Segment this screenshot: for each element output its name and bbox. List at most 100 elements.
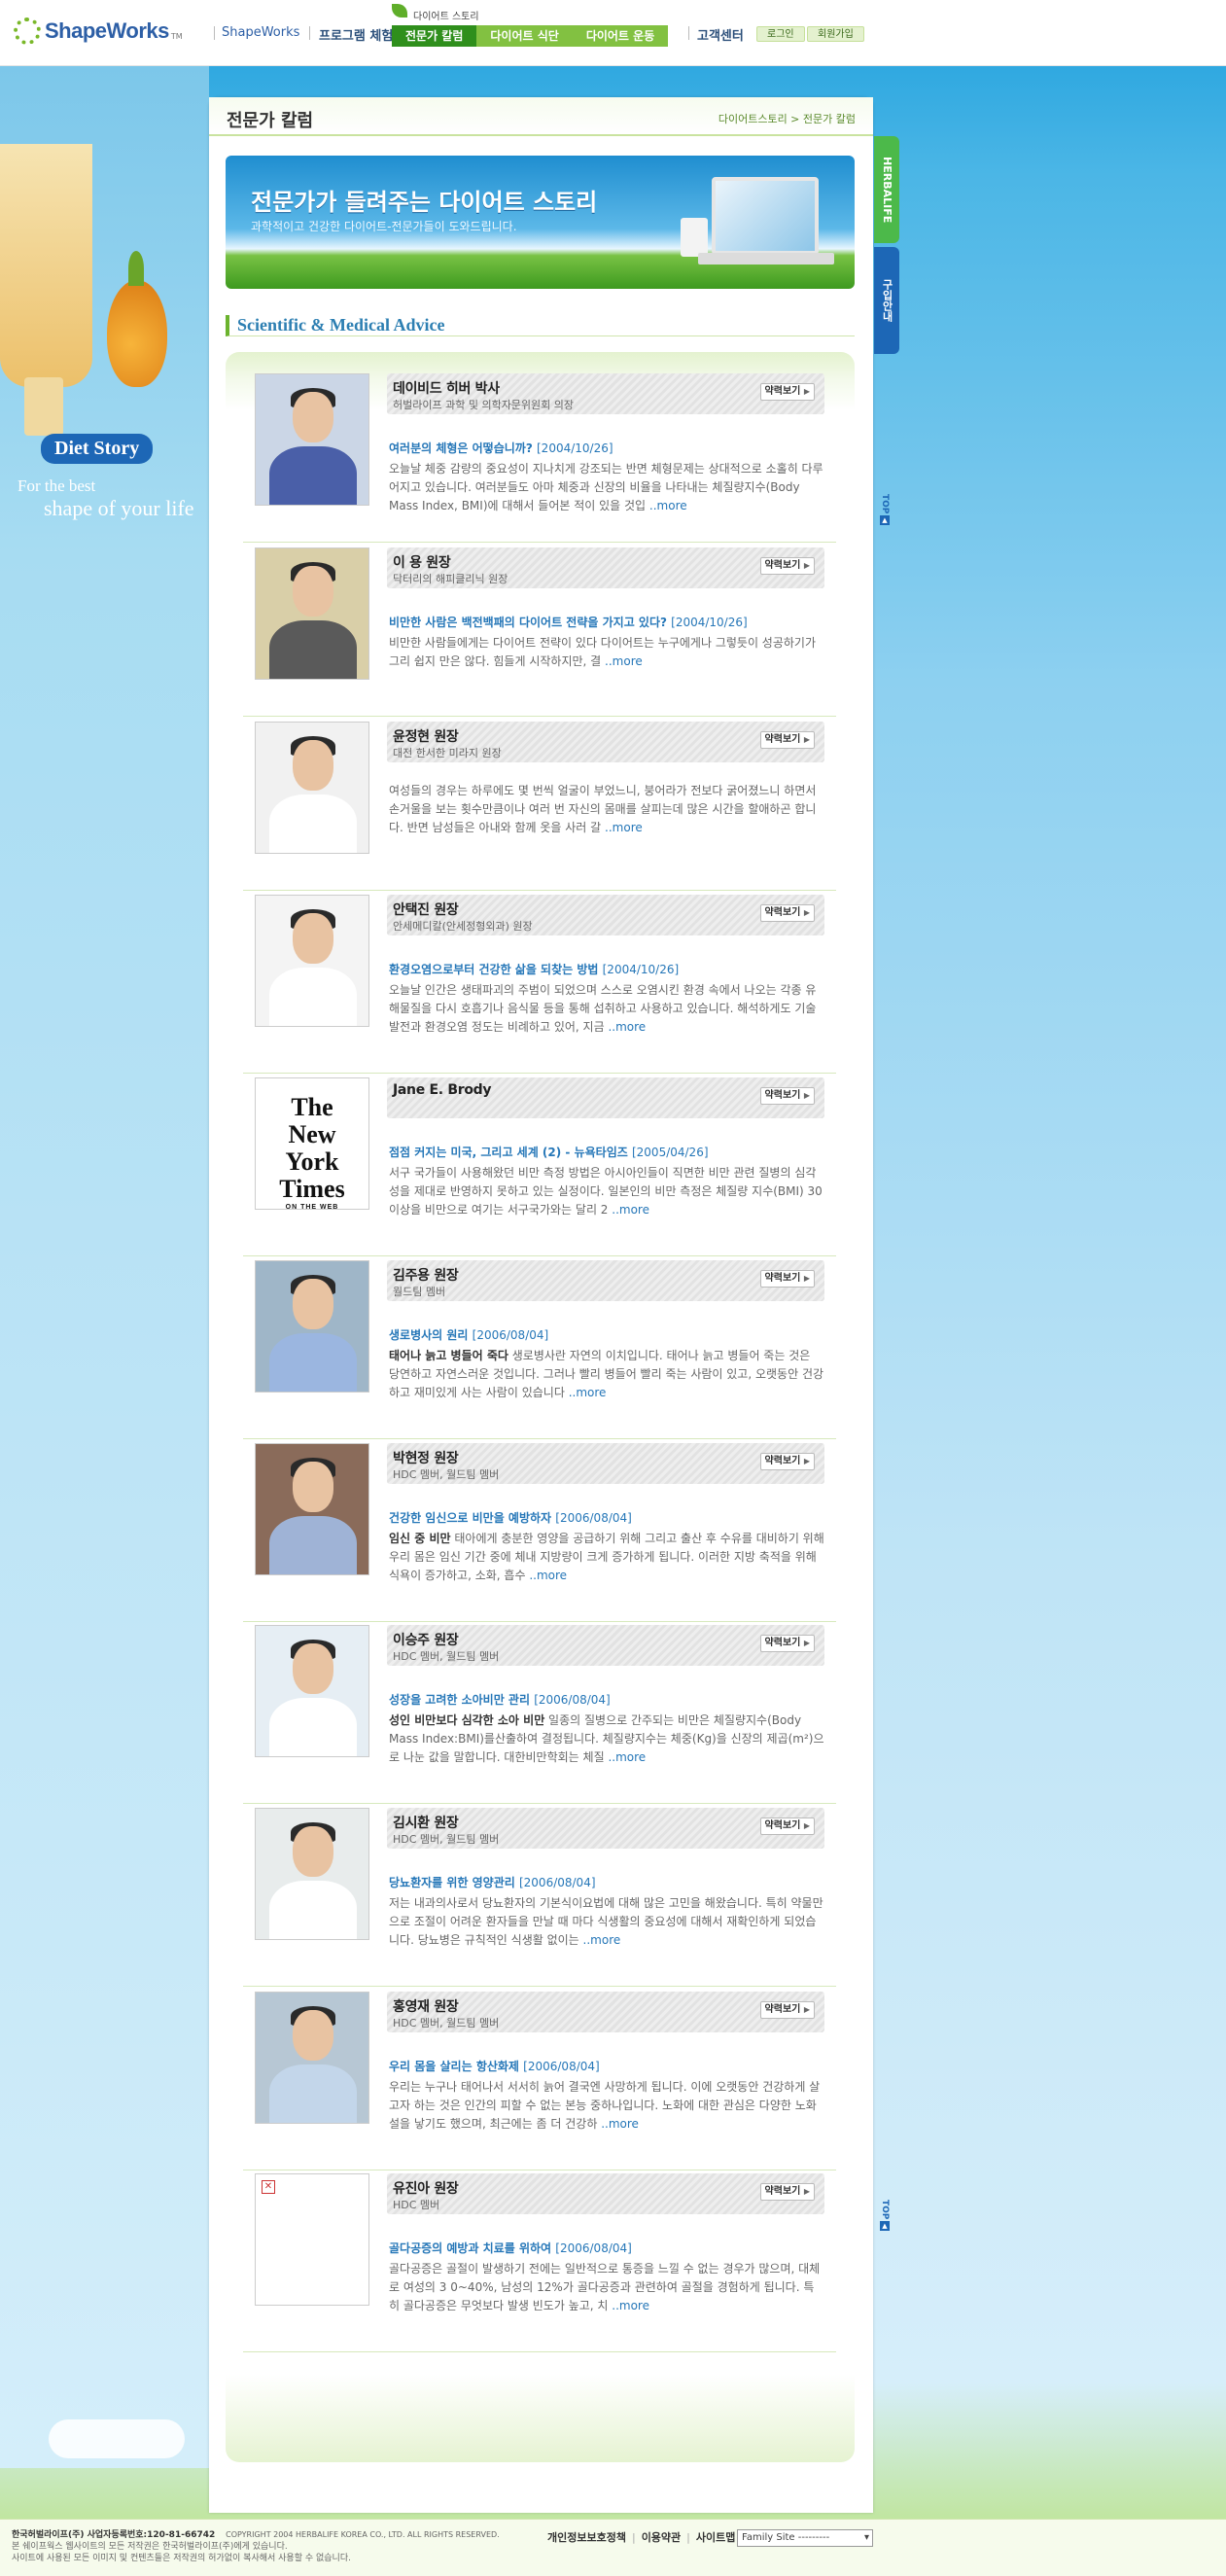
article-body-text: 골다공증은 골절이 발생하기 전에는 일반적으로 통증을 느낄 수 없는 경우가… bbox=[389, 2262, 821, 2312]
more-link[interactable]: ..more bbox=[529, 1569, 567, 1582]
expert-name-bar: 안택진 원장 안세메디칼(안세정형외과) 원장 약력보기 ▶ bbox=[387, 895, 824, 935]
tab-expert-column[interactable]: 전문가 칼럼 bbox=[392, 25, 477, 47]
tab-diet-exercise[interactable]: 다이어트 운동 bbox=[572, 25, 669, 47]
logo-trademark: TM bbox=[170, 32, 183, 41]
expert-entry: 김주용 원장 월드팀 멤버 약력보기 ▶ 생로병사의 원리 [2006/08/04] 태… bbox=[243, 1260, 836, 1439]
expert-photo[interactable] bbox=[255, 1625, 369, 1757]
login-button[interactable]: 로그인 bbox=[756, 26, 805, 42]
expert-photo[interactable] bbox=[255, 1992, 369, 2124]
more-link[interactable]: ..more bbox=[608, 1750, 646, 1764]
profile-button[interactable]: 약력보기 ▶ bbox=[759, 383, 815, 401]
footer-line-3: 사이트에 사용된 모든 이미지 및 컨텐츠들은 저작권의 허가없이 복사해서 사… bbox=[12, 2554, 351, 2563]
article-title-row[interactable]: 건강한 임신으로 비만을 예방하자 [2006/08/04] bbox=[389, 1509, 824, 1526]
scroll-top-button[interactable]: TOP▲ bbox=[880, 494, 890, 526]
scroll-top-button[interactable]: TOP▲ bbox=[880, 2200, 890, 2232]
photo-face bbox=[293, 913, 333, 964]
more-link[interactable]: ..more bbox=[612, 1203, 649, 1217]
scroll-top-label: TOP bbox=[880, 2200, 890, 2220]
expert-name-bar: 김주용 원장 월드팀 멤버 약력보기 ▶ bbox=[387, 1260, 824, 1301]
profile-button-label: 약력보기 bbox=[764, 1820, 801, 1831]
footer-company: 한국허벌라이프(주) 사업자등록번호:120-81-66742 bbox=[12, 2530, 216, 2540]
nav-shapeworks[interactable]: ShapeWorks bbox=[222, 25, 299, 40]
article-title-row[interactable]: 우리 몸을 살리는 항산화제 [2006/08/04] bbox=[389, 2058, 824, 2074]
more-link[interactable]: ..more bbox=[569, 1386, 607, 1399]
article-title-row[interactable]: 성장을 고려한 소아비만 관리 [2006/08/04] bbox=[389, 1691, 824, 1708]
article-title: 골다공증의 예방과 치료를 위하여 bbox=[389, 2241, 552, 2255]
expert-photo[interactable]: ✕ bbox=[255, 2173, 369, 2306]
expert-photo[interactable] bbox=[255, 1260, 369, 1393]
profile-button[interactable]: 약력보기 ▶ bbox=[759, 557, 815, 575]
nyt-logo-image[interactable]: The New York Times ON THE WEB bbox=[255, 1077, 369, 1210]
footer-link-terms[interactable]: 이용약관 bbox=[642, 2531, 681, 2544]
more-link[interactable]: ..more bbox=[612, 2299, 649, 2312]
arrow-up-icon: ▲ bbox=[880, 2221, 890, 2232]
article-body: 성인 비만보다 심각한 소아 비만 일종의 질병으로 간주되는 비만은 체질량지… bbox=[389, 1711, 824, 1768]
more-link[interactable]: ..more bbox=[605, 654, 643, 668]
article-title-row[interactable]: 생로병사의 원리 [2006/08/04] bbox=[389, 1326, 824, 1343]
expert-name: 이 용 원장 bbox=[393, 555, 451, 571]
article-title-row[interactable]: 비만한 사람은 백전백패의 다이어트 전략을 가지고 있다? [2004/10/… bbox=[389, 614, 824, 630]
footer-link-sitemap[interactable]: 사이트맵 bbox=[696, 2531, 735, 2544]
nav-divider bbox=[688, 26, 689, 40]
expert-name-bar: 데이비드 히버 박사 허벌라이프 과학 및 의학자문위원회 의장 약력보기 ▶ bbox=[387, 373, 824, 414]
article-title-row[interactable]: 당뇨환자를 위한 영양관리 [2006/08/04] bbox=[389, 1874, 824, 1890]
footer-link-privacy[interactable]: 개인정보보호정책 bbox=[547, 2531, 626, 2544]
photo-face bbox=[293, 2010, 333, 2061]
breadcrumb[interactable]: 다이어트스토리 > 전문가 칼럼 bbox=[718, 111, 856, 126]
join-button[interactable]: 회원가입 bbox=[807, 26, 864, 42]
article-date: [2004/10/26] bbox=[602, 963, 680, 976]
profile-button[interactable]: 약력보기 ▶ bbox=[759, 1817, 815, 1835]
profile-button[interactable]: 약력보기 ▶ bbox=[759, 2183, 815, 2201]
banner-subtitle: 과학적이고 건강한 다이어트-전문가들이 도와드립니다. bbox=[251, 220, 517, 233]
more-link[interactable]: ..more bbox=[601, 2117, 639, 2131]
article-title-row[interactable]: 환경오염으로부터 건강한 삶을 되찾는 방법 [2004/10/26] bbox=[389, 961, 824, 977]
article-body: 서구 국가들이 사용해왔던 비만 측정 방법은 아시아인들이 직면한 비만 관련… bbox=[389, 1164, 824, 1220]
arrow-right-icon: ▶ bbox=[803, 2187, 810, 2196]
top-header: ShapeWorks TM ShapeWorks 프로그램 체험 다이어트 스토… bbox=[0, 0, 1226, 66]
profile-button[interactable]: 약력보기 ▶ bbox=[759, 2001, 815, 2019]
expert-photo[interactable] bbox=[255, 1443, 369, 1575]
nav-diet-story-label[interactable]: 다이어트 스토리 bbox=[392, 4, 668, 23]
more-link[interactable]: ..more bbox=[605, 821, 643, 834]
more-link[interactable]: ..more bbox=[649, 499, 687, 512]
expert-photo[interactable] bbox=[255, 373, 369, 506]
article-date: [2006/08/04] bbox=[523, 2060, 600, 2073]
main-content: 전문가 칼럼 다이어트스토리 > 전문가 칼럼 전문가가 들려주는 다이어트 스… bbox=[209, 97, 873, 2513]
photo-body bbox=[269, 2064, 357, 2123]
nav-program[interactable]: 프로그램 체험 bbox=[319, 25, 393, 44]
tab-diet-menu[interactable]: 다이어트 식단 bbox=[476, 25, 573, 47]
nyt-logo-icon: The New York Times ON THE WEB bbox=[279, 1093, 345, 1210]
article-title-row[interactable]: 골다공증의 예방과 치료를 위하여 [2006/08/04] bbox=[389, 2240, 824, 2256]
family-site-select[interactable]: Family Site --------- bbox=[737, 2529, 873, 2547]
expert-name-bar: 박현정 원장 HDC 멤버, 월드팀 멤버 약력보기 ▶ bbox=[387, 1443, 824, 1484]
expert-photo[interactable] bbox=[255, 547, 369, 680]
profile-button-label: 약력보기 bbox=[764, 734, 801, 745]
article-body: 오늘날 인간은 생태파괴의 주범이 되었으며 스스로 오염시킨 환경 속에서 나… bbox=[389, 981, 824, 1038]
section-title: Scientific & Medical Advice bbox=[226, 315, 855, 336]
profile-button[interactable]: 약력보기 ▶ bbox=[759, 731, 815, 749]
nav-customer-center[interactable]: 고객센터 bbox=[697, 25, 744, 44]
article-title-row[interactable]: 여러분의 체형은 어떻습니까? [2004/10/26] bbox=[389, 440, 824, 456]
expert-name: 데이비드 히버 박사 bbox=[393, 381, 500, 397]
expert-photo[interactable] bbox=[255, 1808, 369, 1940]
more-link[interactable]: ..more bbox=[608, 1020, 646, 1034]
expert-photo[interactable] bbox=[255, 895, 369, 1027]
profile-button[interactable]: 약력보기 ▶ bbox=[759, 1635, 815, 1652]
diet-story-badge: Diet Story bbox=[41, 434, 154, 464]
profile-button[interactable]: 약력보기 ▶ bbox=[759, 1270, 815, 1288]
article-title-row[interactable]: 점점 커지는 미국, 그리고 세계 (2) - 뉴욕타임즈 [2005/04/2… bbox=[389, 1144, 824, 1160]
profile-button[interactable]: 약력보기 ▶ bbox=[759, 1453, 815, 1470]
side-tab-purchase-guide[interactable]: 구입안내 bbox=[874, 247, 899, 354]
more-link[interactable]: ..more bbox=[583, 1933, 621, 1947]
profile-button[interactable]: 약력보기 ▶ bbox=[759, 904, 815, 922]
expert-photo[interactable] bbox=[255, 722, 369, 854]
photo-face bbox=[293, 1826, 333, 1877]
tagline-line-1: For the best bbox=[18, 476, 96, 495]
entry-divider bbox=[243, 1803, 836, 1804]
profile-button[interactable]: 약력보기 ▶ bbox=[759, 1087, 815, 1105]
entry-divider bbox=[243, 1986, 836, 1987]
profile-button-label: 약력보기 bbox=[764, 1456, 801, 1466]
logo[interactable]: ShapeWorks TM bbox=[14, 18, 183, 45]
logo-text: ShapeWorks bbox=[45, 18, 169, 43]
side-tab-herbalife[interactable]: HERBALIFE bbox=[874, 136, 899, 243]
